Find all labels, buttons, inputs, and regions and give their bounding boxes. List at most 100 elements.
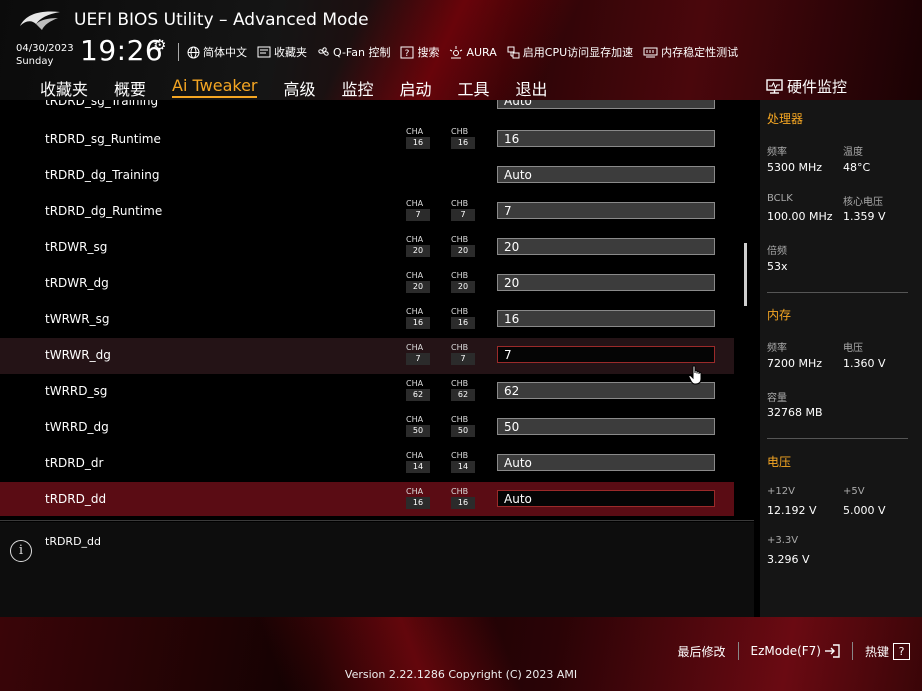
chb-column: CHB 7 [451, 343, 475, 365]
cha-column: CHA 62 [406, 379, 430, 401]
setting-row-trdrd-sg-runtime[interactable]: tRDRD_sg_Runtime CHA 16 CHB 16 16 [0, 122, 734, 158]
setting-value-field[interactable]: Auto [497, 454, 715, 471]
cha-column: CHA 7 [406, 343, 430, 365]
setting-row-trdrd-dg-training[interactable]: tRDRD_dg_Training Auto [0, 158, 734, 194]
ezmode-label: EzMode(F7) [750, 644, 821, 658]
setting-value-field[interactable]: 50 [497, 418, 715, 435]
setting-label: tRDRD_sg_Runtime [45, 132, 161, 146]
cpu-access-icon [507, 46, 520, 58]
cha-label: CHA [406, 127, 424, 136]
qfan-button[interactable]: Q-Fan 控制 [317, 44, 390, 60]
scrollbar-thumb[interactable] [744, 243, 747, 306]
vcore-label: 核心电压 [843, 197, 883, 208]
setting-value-field[interactable]: 20 [497, 274, 715, 291]
v5-value: 5.000 V [843, 504, 886, 517]
mem-cap-label: 容量 [767, 393, 787, 404]
chb-value: 20 [451, 281, 475, 293]
setting-value-field[interactable]: Auto [497, 490, 715, 507]
last-modified-button[interactable]: 最后修改 [665, 642, 739, 660]
setting-value-field[interactable]: 20 [497, 238, 715, 255]
cha-value: 7 [406, 209, 430, 221]
setting-value-field[interactable]: 7 [497, 202, 715, 219]
favorites-button[interactable]: 收藏夹 [257, 44, 307, 60]
cha-column: CHA 50 [406, 415, 430, 437]
cpu-access-button[interactable]: 启用CPU访问显存加速 [507, 44, 633, 60]
chb-label: CHB [451, 199, 469, 208]
last-modified-label: 最后修改 [677, 644, 726, 659]
setting-label: tWRWR_sg [45, 312, 110, 326]
mem-freq-label: 频率 [767, 343, 787, 354]
setting-row-trdrd-dd[interactable]: tRDRD_dd CHA 16 CHB 16 Auto [0, 482, 734, 516]
tab-advanced[interactable]: 高级 [283, 76, 315, 99]
setting-row[interactable]: tRDRD_sg_Training Auto [0, 100, 734, 118]
setting-value-field[interactable]: Auto [497, 100, 715, 109]
cpu-freq-label: 频率 [767, 147, 787, 158]
main-tabs: 收藏夹 概要 Ai Tweaker 高级 监控 启动 工具 退出 [40, 76, 574, 99]
cha-column: CHA 20 [406, 235, 430, 257]
setting-label: tRDRD_dg_Runtime [45, 204, 163, 218]
setting-row-trdrd-dg-runtime[interactable]: tRDRD_dg_Runtime CHA 7 CHB 7 7 [0, 194, 734, 230]
v12-label: +12V [767, 486, 795, 497]
cpu-freq-value: 5300 MHz [767, 161, 823, 174]
vcore-value: 1.359 V [843, 210, 886, 223]
setting-row-twrwr-dg[interactable]: tWRWR_dg CHA 7 CHB 7 7 [0, 338, 734, 374]
cha-value: 20 [406, 281, 430, 293]
tab-monitor[interactable]: 监控 [342, 76, 374, 99]
chb-column: CHB 16 [451, 487, 475, 509]
cha-column: CHA 7 [406, 199, 430, 221]
chb-label: CHB [451, 127, 469, 136]
tab-main[interactable]: 概要 [114, 76, 146, 99]
setting-value-field[interactable]: Auto [497, 166, 715, 183]
cha-column: CHA 16 [406, 127, 430, 149]
chb-value: 14 [451, 461, 475, 473]
tab-tool[interactable]: 工具 [458, 76, 490, 99]
aura-button[interactable]: AURA [449, 45, 497, 59]
setting-value-field[interactable]: 16 [497, 310, 715, 327]
tab-ai-tweaker[interactable]: Ai Tweaker [172, 76, 258, 98]
chb-label: CHB [451, 343, 469, 352]
cha-label: CHA [406, 235, 424, 244]
cpu-access-label: 启用CPU访问显存加速 [522, 46, 634, 59]
setting-row-twrrd-sg[interactable]: tWRRD_sg CHA 62 CHB 62 62 [0, 374, 734, 410]
chb-label: CHB [451, 451, 469, 460]
favorites-label: 收藏夹 [274, 46, 307, 59]
toolbar: 简体中文 收藏夹 Q-Fan 控制 ? 搜索 AURA 启用CPU访问显存加速 … [178, 43, 748, 61]
setting-value-field[interactable]: 16 [497, 130, 715, 147]
divider [767, 438, 908, 439]
cha-label: CHA [406, 271, 424, 280]
favorites-icon [257, 46, 271, 58]
cpu-temp-label: 温度 [843, 147, 863, 158]
cpu-section-title: 处理器 [767, 112, 804, 126]
setting-row-twrrd-dg[interactable]: tWRRD_dg CHA 50 CHB 50 50 [0, 410, 734, 446]
search-help-icon: ? [400, 46, 414, 59]
cha-column: CHA 14 [406, 451, 430, 473]
mem-volt-value: 1.360 V [843, 357, 886, 370]
cha-value: 62 [406, 389, 430, 401]
setting-row-twrwr-sg[interactable]: tWRWR_sg CHA 16 CHB 16 16 [0, 302, 734, 338]
setting-value-field[interactable]: 62 [497, 382, 715, 399]
memory-test-button[interactable]: 内存稳定性测试 [643, 44, 738, 60]
cha-label: CHA [406, 415, 424, 424]
setting-label: tRDRD_dg_Training [45, 168, 160, 182]
chb-value: 16 [451, 317, 475, 329]
tab-exit[interactable]: 退出 [516, 76, 548, 99]
setting-row-trdrd-dr[interactable]: tRDRD_dr CHA 14 CHB 14 Auto [0, 446, 734, 482]
search-button[interactable]: ? 搜索 [400, 44, 439, 60]
globe-icon [187, 46, 200, 58]
ezmode-button[interactable]: EzMode(F7) [739, 642, 853, 660]
gear-icon[interactable]: ⚙ [153, 36, 166, 54]
tab-favorites[interactable]: 收藏夹 [40, 76, 88, 99]
day-text: Sunday [16, 56, 54, 67]
hotkeys-button[interactable]: 热键 ? [853, 642, 910, 660]
hw-monitor-header: 硬件监控 [766, 76, 847, 97]
setting-label: tWRRD_sg [45, 384, 108, 398]
tab-boot[interactable]: 启动 [400, 76, 432, 99]
chb-value: 7 [451, 209, 475, 221]
v33-label: +3.3V [767, 535, 799, 546]
language-button[interactable]: 简体中文 [187, 44, 247, 60]
setting-value-field[interactable]: 7 [497, 346, 715, 363]
fan-icon [318, 46, 329, 56]
setting-row-trdwr-dg[interactable]: tRDWR_dg CHA 20 CHB 20 20 [0, 266, 734, 302]
settings-panel: tRDRD_sg_Training Auto tRDRD_sg_Runtime … [0, 100, 754, 516]
setting-row-trdwr-sg[interactable]: tRDWR_sg CHA 20 CHB 20 20 [0, 230, 734, 266]
